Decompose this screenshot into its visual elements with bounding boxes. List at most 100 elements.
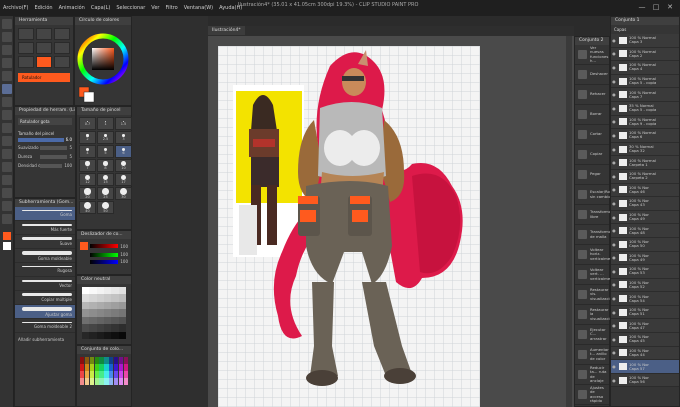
eye-icon[interactable]: ● — [611, 269, 617, 274]
eye-icon[interactable]: ● — [611, 378, 617, 383]
subtool-list-item[interactable]: Goma moldeable 2 — [15, 319, 75, 333]
subtool-list-item[interactable]: Copiar múltiple — [15, 291, 75, 305]
eye-icon[interactable]: ● — [611, 160, 617, 165]
command-item[interactable]: Escalar/Rotar sin cambio — [575, 185, 615, 205]
gray-swatch[interactable] — [89, 324, 97, 332]
minimize-button[interactable]: — — [636, 2, 648, 13]
menu-animacion[interactable]: Animación — [56, 5, 88, 11]
palette-swatch[interactable] — [99, 364, 104, 371]
density-value[interactable]: 5 — [69, 154, 72, 159]
gray-swatch[interactable] — [82, 324, 90, 332]
subtool-list-item[interactable]: Goma — [15, 207, 75, 221]
gray-swatch[interactable] — [96, 324, 104, 332]
eye-icon[interactable]: ● — [611, 282, 617, 287]
palette-swatch[interactable] — [113, 364, 119, 371]
palette-swatch[interactable] — [84, 378, 90, 385]
subtool-color-icon[interactable] — [36, 56, 52, 68]
subtool-list-item[interactable]: Más fuerte — [15, 221, 75, 235]
layer-row[interactable]: ● 100 % Nor Capa 43 — [611, 197, 679, 211]
command-item[interactable]: Transformación libre — [575, 205, 619, 225]
zoom-tool-icon[interactable] — [2, 19, 12, 29]
pencil-tool-icon[interactable] — [2, 97, 12, 107]
palette-swatch[interactable] — [89, 357, 95, 364]
palette-swatch[interactable] — [80, 371, 85, 378]
eyedropper-tool-icon[interactable] — [2, 71, 12, 81]
brush-size-preset[interactable]: 7 — [79, 159, 96, 172]
layer-row[interactable]: ● 100 % Nor Capa 46 — [611, 183, 679, 198]
gray-swatch[interactable] — [111, 301, 119, 310]
subtool-eraser-icon[interactable] — [18, 56, 34, 68]
red-value[interactable]: 100 — [120, 244, 128, 249]
gray-swatch[interactable] — [104, 287, 112, 295]
gray-swatch[interactable] — [104, 316, 112, 325]
palette-swatch[interactable] — [99, 378, 104, 385]
layer-row[interactable]: ● 100 % Normal Capa 4 — [611, 61, 679, 75]
eye-icon[interactable]: ● — [611, 51, 617, 56]
palette-swatch[interactable] — [104, 364, 109, 371]
command-item[interactable]: Aumentar t... anillo de color — [575, 345, 609, 365]
palette-swatch[interactable] — [89, 371, 95, 378]
command-item[interactable]: Restaurar la visualización — [575, 305, 614, 325]
command-item[interactable]: Borrar — [575, 105, 609, 125]
brush-size-preset[interactable]: 2.5 — [97, 131, 114, 144]
palette-swatch[interactable] — [109, 357, 114, 364]
gray-swatch[interactable] — [82, 301, 90, 310]
gray-swatch[interactable] — [111, 324, 119, 332]
palette-swatch[interactable] — [104, 357, 109, 364]
palette-swatch[interactable] — [123, 357, 128, 364]
command-item[interactable]: Reducir ta... ruta de anclaje — [575, 365, 609, 385]
command-item[interactable]: Voltear vert. ... verticalmente — [575, 265, 616, 285]
eye-icon[interactable]: ● — [611, 337, 617, 342]
gray-swatch[interactable] — [82, 294, 90, 302]
brush-size-preset[interactable]: 0.7 — [79, 117, 96, 130]
gray-swatch[interactable] — [104, 324, 112, 332]
gray-swatch[interactable] — [118, 309, 126, 317]
blue-slider[interactable] — [90, 259, 119, 264]
gray-swatch[interactable] — [111, 309, 119, 317]
canvas-vertical-scrollbar[interactable] — [566, 36, 572, 407]
gray-swatch[interactable] — [111, 316, 119, 325]
gray-swatch[interactable] — [96, 301, 104, 310]
gray-swatch[interactable] — [82, 331, 90, 339]
green-slider[interactable] — [90, 252, 119, 257]
brush-size-preset[interactable]: 1.5 — [115, 117, 132, 130]
gray-swatch[interactable] — [111, 287, 119, 295]
eye-icon[interactable]: ● — [611, 364, 617, 369]
pen-density-value[interactable]: 100 — [64, 163, 72, 168]
eye-icon[interactable]: ● — [611, 65, 617, 70]
palette-swatch[interactable] — [113, 378, 119, 385]
blend-tool-icon[interactable] — [2, 149, 12, 159]
gray-swatch[interactable] — [89, 294, 97, 302]
layer-row[interactable]: ● 100 % Nor Capa 45 — [611, 333, 679, 347]
palette-swatch[interactable] — [84, 357, 90, 364]
layer-row[interactable]: ● 100 % Normal Capa 2 — [611, 47, 679, 62]
command-item[interactable]: Copiar — [575, 145, 609, 165]
brush-size-preset[interactable]: 50 — [97, 201, 114, 214]
layer-row[interactable]: ● 100 % Normal Capa 7 — [611, 88, 679, 102]
gray-swatch[interactable] — [118, 331, 126, 339]
command-item[interactable]: Ver nuevas funciones h... — [575, 45, 609, 65]
eye-icon[interactable]: ● — [611, 92, 617, 97]
pen-tool-icon[interactable] — [2, 84, 12, 94]
lasso-tool-icon[interactable] — [2, 58, 12, 68]
gray-swatch[interactable] — [111, 294, 119, 302]
subtool-list-item[interactable]: Ajustar goma — [15, 305, 75, 319]
layer-row[interactable]: ● 100 % Nor Capa 52 — [611, 278, 679, 293]
density-slider[interactable] — [40, 154, 68, 159]
gray-swatch[interactable] — [104, 309, 112, 317]
gray-swatch[interactable] — [96, 287, 104, 295]
layer-row[interactable]: ● 100 % Nor Capa 48 — [611, 224, 679, 238]
brush-tool-icon[interactable] — [2, 110, 12, 120]
palette-swatch[interactable] — [104, 371, 109, 378]
layer-row[interactable]: ● 100 % Nor Capa 49 — [611, 210, 679, 225]
brush-size-preset[interactable]: 40 — [79, 201, 96, 214]
command-item[interactable]: Voltear horiz. verticalmente — [575, 245, 616, 265]
layer-row[interactable]: ● 100 % Normal Capa 5 - copia — [611, 74, 679, 89]
close-button[interactable]: ✕ — [664, 2, 676, 13]
canvas-tab[interactable]: Ilustración4* — [208, 26, 245, 35]
brush-size-preset[interactable]: 15 — [97, 173, 114, 186]
gray-swatch[interactable] — [89, 301, 97, 310]
subtool-list-item[interactable]: Suave — [15, 235, 75, 249]
menu-filtro[interactable]: Filtro — [162, 5, 180, 11]
gray-swatch[interactable] — [89, 316, 97, 325]
